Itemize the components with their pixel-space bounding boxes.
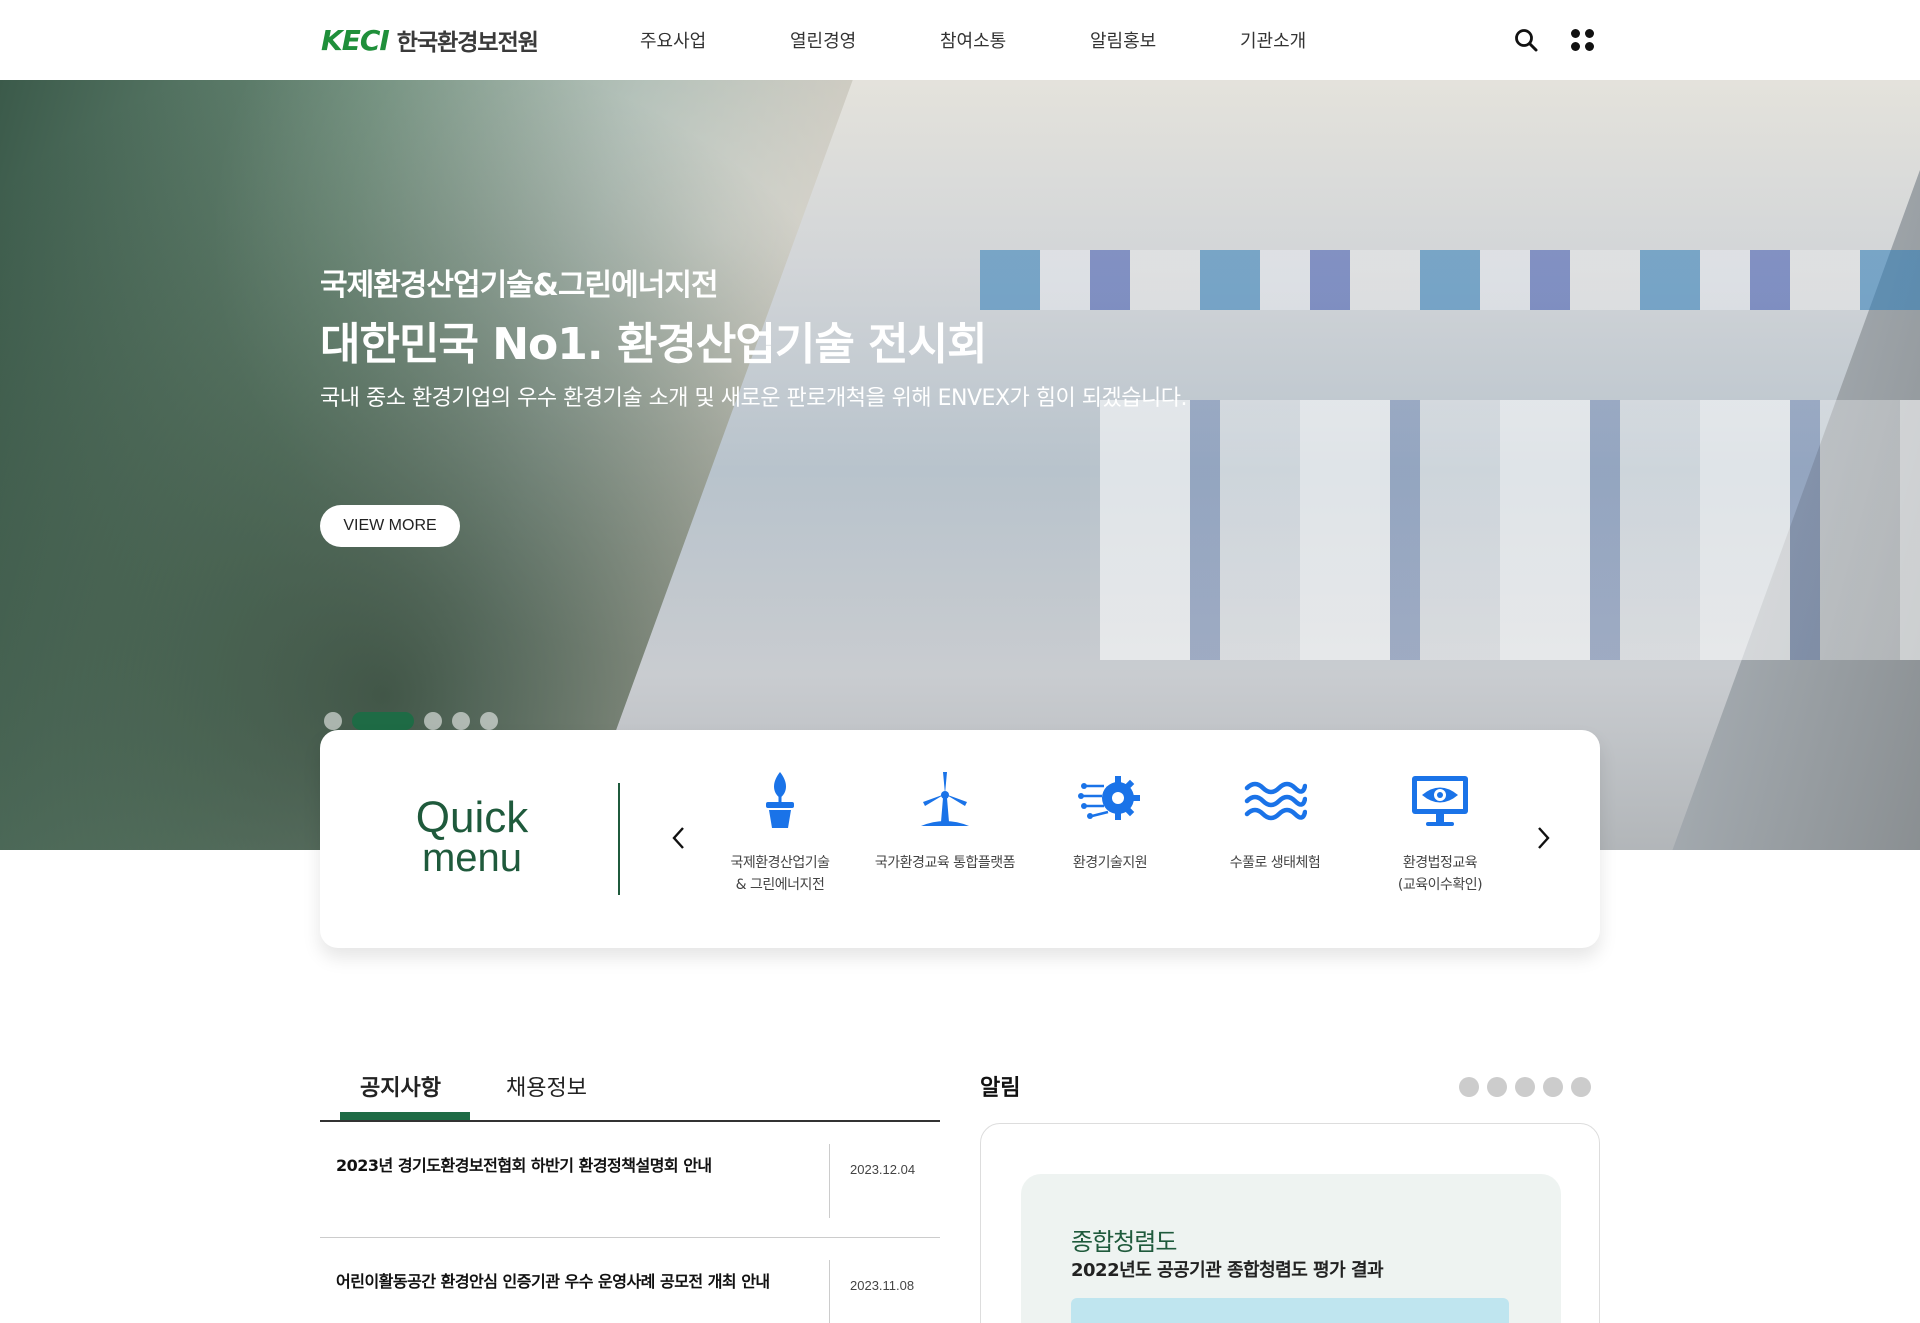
quick-item-legal-education[interactable]: 환경법정교육 (교육이수확인) [1360,768,1520,896]
view-more-button[interactable]: VIEW MORE [320,505,460,547]
plant-pot-icon [766,772,794,828]
alert-dot[interactable] [1571,1077,1591,1097]
alert-card-subtitle: 2022년도 공공기관 종합청렴도 평가 결과 [1071,1260,1384,1281]
logo-mark: KECI [321,23,390,57]
notice-date: 2023.11.08 [850,1278,915,1293]
alert-card-heading: 종합청렴도 [1071,1228,1177,1256]
search-icon[interactable] [1512,26,1540,54]
alert-card-banner [1071,1298,1509,1323]
quick-menu-title: Quick menu [402,793,542,880]
wind-turbine-icon [921,772,969,826]
quick-item-label: 국가환경교육 통합플랫폼 [874,855,1016,871]
site-logo[interactable]: KECI 한국환경보전원 [321,23,539,57]
divider [829,1144,830,1218]
quick-item-label: 수풀로 생태체험 [1229,855,1321,871]
chevron-right-icon[interactable] [1532,825,1554,851]
water-waves-icon [1244,781,1308,821]
quick-item-label: 환경기술지원 [1072,855,1148,871]
active-tab-indicator [340,1112,470,1120]
nav-item-news[interactable]: 알림홍보 [1090,27,1156,53]
hero-title: 대한민국 No1. 환경산업기술 전시회 [320,319,988,370]
nav-item-about[interactable]: 기관소개 [1240,27,1306,53]
tab-recruitment[interactable]: 채용정보 [506,1070,587,1102]
nav-item-open-management[interactable]: 열린경영 [790,27,856,53]
quick-item-label: 국제환경산업기술 & 그린에너지전 [730,855,830,893]
quick-item-envex[interactable]: 국제환경산업기술 & 그린에너지전 [700,768,860,896]
alert-card[interactable]: 종합청렴도 2022년도 공공기관 종합청렴도 평가 결과 [1021,1174,1561,1323]
slide-dot[interactable] [424,712,442,730]
quick-item-education-platform[interactable]: 국가환경교육 통합플랫폼 [865,768,1025,874]
hero-photo-booths [980,250,1920,310]
hero-description: 국내 중소 환경기업의 우수 환경기술 소개 및 새로운 판로개척을 위해 EN… [320,386,1187,411]
notice-title[interactable]: 2023년 경기도환경보전협회 하반기 환경정책설명회 안내 [336,1152,712,1176]
slide-dot[interactable] [452,712,470,730]
quick-item-tech-support[interactable]: 환경기술지원 [1030,768,1190,874]
quick-item-forest-experience[interactable]: 수풀로 생태체험 [1195,768,1355,874]
quick-menu-title-line1: Quick [415,793,529,842]
slide-dot-active[interactable] [352,712,414,730]
quick-item-label: 환경법정교육 (교육이수확인) [1397,855,1483,893]
alert-panel: 종합청렴도 2022년도 공공기관 종합청렴도 평가 결과 [980,1123,1600,1323]
slide-dot[interactable] [324,712,342,730]
gear-circuit-icon [1078,776,1140,820]
nav-item-business[interactable]: 주요사업 [640,27,706,53]
quick-menu-title-line2: menu [421,836,523,880]
site-header: KECI 한국환경보전원 주요사업 열린경영 참여소통 알림홍보 기관소개 [0,0,1920,80]
monitor-eye-icon [1412,776,1468,826]
chevron-left-icon[interactable] [668,825,690,851]
alert-dot[interactable] [1487,1077,1507,1097]
alert-dot[interactable] [1459,1077,1479,1097]
list-item[interactable]: 2023년 경기도환경보전협회 하반기 환경정책설명회 안내 2023.12.0… [320,1124,940,1238]
hero-photo-booths-lower [1100,400,1920,660]
hero-subtitle: 국제환경산업기술&그린에너지전 [320,268,719,303]
notice-date: 2023.12.04 [850,1162,916,1177]
quick-menu: Quick menu 국제환경산업기술 & 그린에너지전 국가환경교육 통합플랫… [320,730,1600,948]
tab-notice[interactable]: 공지사항 [360,1070,441,1102]
nav-item-participation[interactable]: 참여소통 [940,27,1006,53]
alert-dot[interactable] [1543,1077,1563,1097]
notice-tabs: 공지사항 채용정보 [320,1060,940,1122]
alert-dot[interactable] [1515,1077,1535,1097]
list-item[interactable]: 어린이활동공간 환경안심 인증기관 우수 운영사례 공모전 개최 안내 2023… [320,1240,940,1323]
notice-title[interactable]: 어린이활동공간 환경안심 인증기관 우수 운영사례 공모전 개최 안내 [336,1268,770,1292]
quick-menu-divider [618,783,620,895]
logo-text: 한국환경보전원 [396,30,539,56]
divider [829,1260,830,1323]
all-menu-icon[interactable] [1570,27,1598,55]
slide-dot[interactable] [480,712,498,730]
alert-title: 알림 [980,1076,1021,1101]
